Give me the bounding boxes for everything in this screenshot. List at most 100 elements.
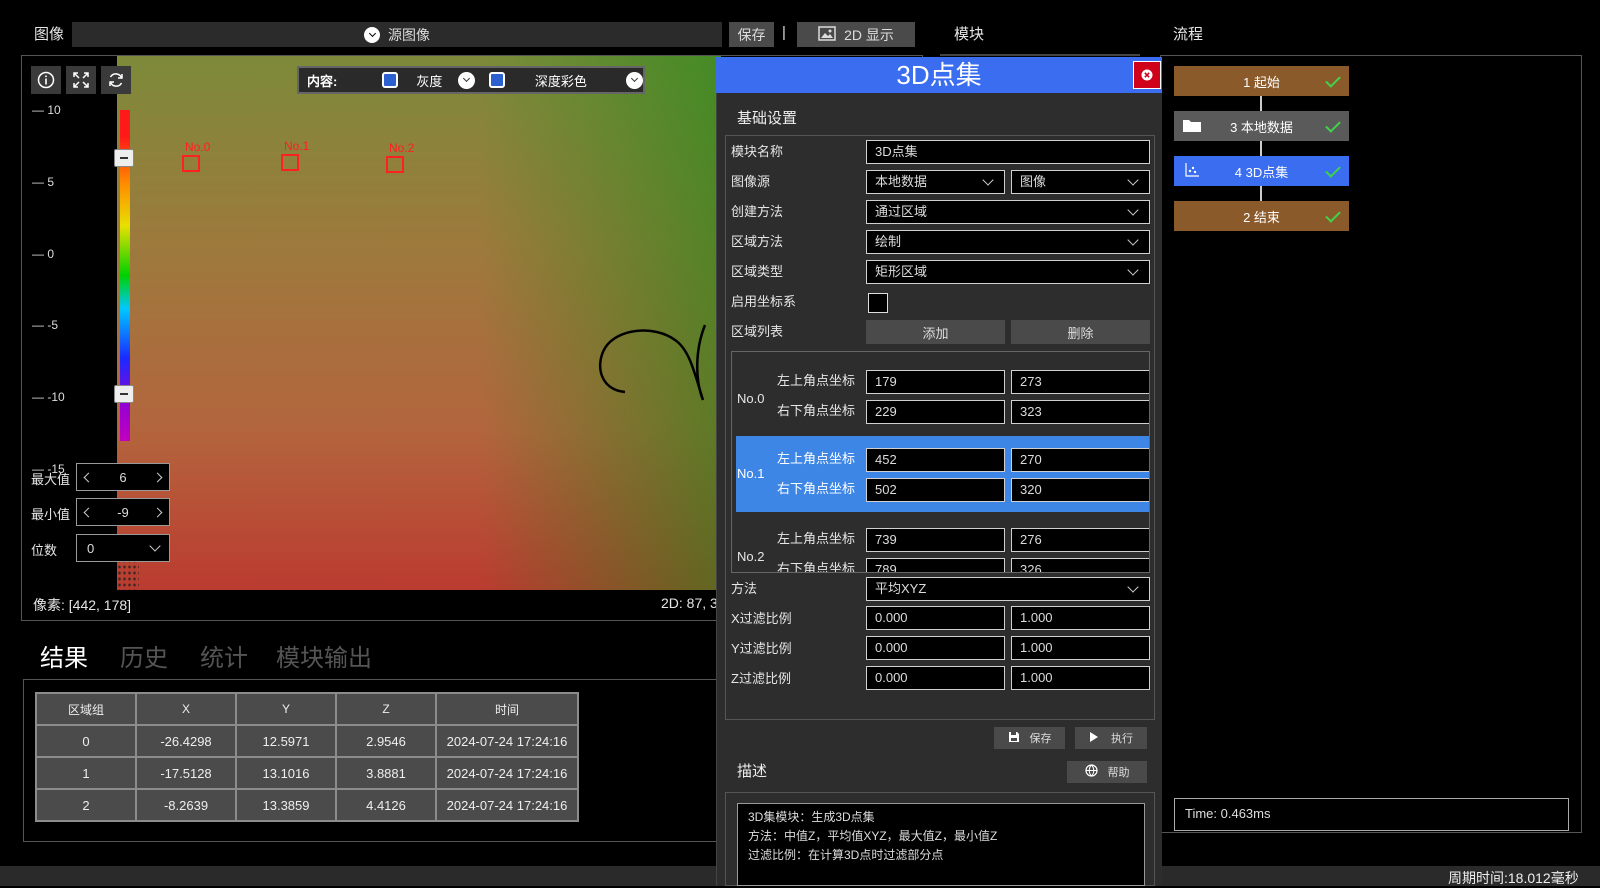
column-header: Z xyxy=(335,692,437,726)
tab-statistics[interactable]: 统计 xyxy=(200,638,248,673)
table-row[interactable]: 0 -26.4298 12.5971 2.9546 2024-07-24 17:… xyxy=(35,724,579,758)
min-value: -9 xyxy=(117,504,129,520)
chevron-right-icon[interactable] xyxy=(152,507,163,517)
table-cell: 13.3859 xyxy=(235,788,337,822)
top-left-y-input[interactable]: 276 xyxy=(1011,528,1149,552)
fit-screen-icon[interactable] xyxy=(66,66,96,94)
chevron-down-icon xyxy=(364,26,380,43)
desc-section-title: 描述 xyxy=(737,763,768,780)
tab-results[interactable]: 结果 xyxy=(40,638,88,673)
run-button[interactable]: 执行 xyxy=(1075,727,1147,749)
cycle-time: 周期时间:18.012毫秒 xyxy=(1448,870,1579,886)
table-cell: 12.5971 xyxy=(235,724,337,758)
roi-label: No.1 xyxy=(284,139,310,153)
flow-node-end[interactable]: 2 结束 xyxy=(1174,201,1349,231)
folder-icon xyxy=(1182,117,1202,136)
content-label: 内容: xyxy=(307,73,338,89)
digits-select[interactable]: 0 xyxy=(76,534,170,562)
bottom-right-y-input[interactable]: 323 xyxy=(1011,400,1149,424)
gray-dropdown-icon[interactable] xyxy=(458,71,475,89)
x-filter-max-input[interactable]: 1.000 xyxy=(1011,606,1150,630)
display-mode-button[interactable]: 2D 显示 xyxy=(797,22,915,47)
table-row[interactable]: 2 -8.2639 13.3859 4.4126 2024-07-24 17:2… xyxy=(35,788,579,822)
chevron-down-icon xyxy=(1127,234,1139,246)
roi-box[interactable] xyxy=(182,155,200,172)
bottom-right-x-input[interactable]: 502 xyxy=(866,478,1005,502)
x-filter-min-input[interactable]: 0.000 xyxy=(866,606,1005,630)
create-method-select[interactable]: 通过区域 xyxy=(866,200,1150,224)
depth-dropdown-icon[interactable] xyxy=(626,71,643,89)
save-image-button[interactable]: 保存 xyxy=(729,22,774,47)
y-filter-min-input[interactable]: 0.000 xyxy=(866,636,1005,660)
bottom-right-x-input[interactable]: 229 xyxy=(866,400,1005,424)
flow-node-start[interactable]: 1 起始 xyxy=(1174,66,1349,96)
info-icon[interactable] xyxy=(31,66,61,94)
min-slider-handle[interactable] xyxy=(114,385,134,403)
add-region-button[interactable]: 添加 xyxy=(866,320,1005,344)
table-cell: 2 xyxy=(35,788,137,822)
chevron-right-icon[interactable] xyxy=(152,472,163,482)
module-name-input[interactable]: 3D点集 xyxy=(866,140,1150,164)
help-button[interactable]: 帮助 xyxy=(1067,761,1147,783)
tab-history[interactable]: 历史 xyxy=(120,638,168,673)
enable-coord-checkbox[interactable] xyxy=(868,293,888,313)
chevron-down-icon xyxy=(149,540,161,552)
y-filter-max-input[interactable]: 1.000 xyxy=(1011,636,1150,660)
min-stepper[interactable]: -9 xyxy=(76,498,170,526)
y-filter-label: Y过滤比例 xyxy=(731,641,792,656)
bottom-right-x-input[interactable]: 789 xyxy=(866,558,1005,572)
z-filter-min-input[interactable]: 0.000 xyxy=(866,666,1005,690)
display-mode-label: 2D 显示 xyxy=(844,26,894,43)
close-icon[interactable] xyxy=(1133,61,1161,89)
time-display: Time: 0.463ms xyxy=(1174,798,1569,831)
roi-box[interactable] xyxy=(281,154,299,171)
gray-checkbox[interactable] xyxy=(382,72,399,88)
scale-tick: — 10 xyxy=(32,103,61,117)
max-slider-handle[interactable] xyxy=(114,149,134,167)
method-select[interactable]: 平均XYZ xyxy=(866,577,1150,601)
top-left-x-input[interactable]: 452 xyxy=(866,448,1005,472)
refresh-icon[interactable] xyxy=(101,66,131,94)
column-header: 时间 xyxy=(435,692,579,726)
max-stepper[interactable]: 6 xyxy=(76,463,170,491)
scale-tick: — -5 xyxy=(32,318,59,332)
save-button[interactable]: 保存 xyxy=(994,727,1065,749)
region-method-label: 区域方法 xyxy=(731,234,784,249)
top-left-x-input[interactable]: 739 xyxy=(866,528,1005,552)
bottom-right-y-input[interactable]: 326 xyxy=(1011,558,1149,572)
list-item[interactable]: No.2 左上角点坐标 739 276 右下角点坐标 789 326 xyxy=(732,522,1149,572)
region-type-select[interactable]: 矩形区域 xyxy=(866,260,1150,284)
check-icon xyxy=(1325,72,1341,88)
list-item[interactable]: No.0 左上角点坐标 179 273 右下角点坐标 229 323 xyxy=(732,364,1149,434)
image-source-output-select[interactable]: 图像 xyxy=(1011,170,1150,194)
top-left-x-input[interactable]: 179 xyxy=(866,370,1005,394)
flow-node-local-data[interactable]: 3 本地数据 xyxy=(1174,111,1349,141)
pointset-icon xyxy=(1184,162,1200,181)
table-cell: 4.4126 xyxy=(335,788,437,822)
flow-panel-title: 流程 xyxy=(1173,26,1204,43)
source-selector[interactable]: 源图像 xyxy=(72,22,722,47)
table-header-row: 区域组 X Y Z 时间 xyxy=(35,692,579,726)
image-source-select[interactable]: 本地数据 xyxy=(866,170,1005,194)
flow-node-3d-pointset[interactable]: 4 3D点集 xyxy=(1174,156,1349,186)
roi-box[interactable] xyxy=(386,156,404,173)
bottom-right-y-input[interactable]: 320 xyxy=(1011,478,1149,502)
depth-checkbox[interactable] xyxy=(488,72,505,88)
chevron-down-icon xyxy=(1127,581,1139,593)
chevron-left-icon[interactable] xyxy=(83,507,94,517)
tab-module-output[interactable]: 模块输出 xyxy=(276,638,372,673)
table-row[interactable]: 1 -17.5128 13.1016 3.8881 2024-07-24 17:… xyxy=(35,756,579,790)
region-method-select[interactable]: 绘制 xyxy=(866,230,1150,254)
chevron-left-icon[interactable] xyxy=(83,472,94,482)
delete-region-button[interactable]: 删除 xyxy=(1011,320,1150,344)
top-left-y-input[interactable]: 273 xyxy=(1011,370,1149,394)
list-item-selected[interactable]: No.1 左上角点坐标 452 270 右下角点坐标 502 320 xyxy=(736,436,1149,512)
chevron-down-icon xyxy=(1127,264,1139,276)
z-filter-max-input[interactable]: 1.000 xyxy=(1011,666,1150,690)
region-list[interactable]: No.0 左上角点坐标 179 273 右下角点坐标 229 323 No.1 … xyxy=(731,351,1150,573)
status-bar-left xyxy=(0,866,716,886)
top-left-label: 左上角点坐标 xyxy=(777,373,856,388)
top-left-y-input[interactable]: 270 xyxy=(1011,448,1149,472)
table-cell: -17.5128 xyxy=(135,756,237,790)
module-panel-divider xyxy=(940,54,1140,56)
